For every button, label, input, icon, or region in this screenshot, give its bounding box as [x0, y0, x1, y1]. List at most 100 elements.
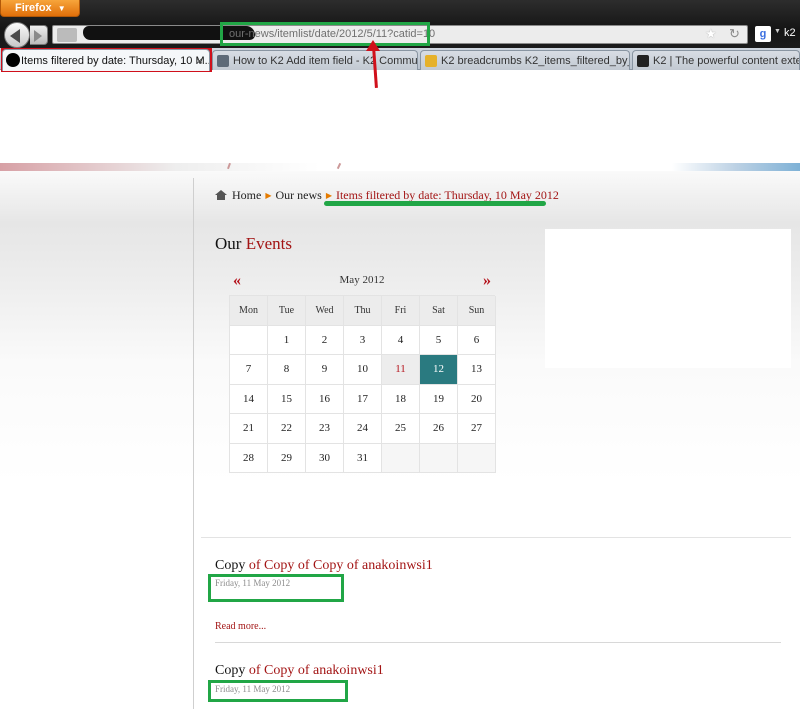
google-icon[interactable]: g — [755, 26, 771, 42]
tab-label: Items filtered by date: Thursday, 10 M..… — [21, 55, 210, 67]
calendar-day: 14 — [230, 384, 268, 414]
side-panel — [545, 229, 791, 368]
home-icon — [215, 190, 228, 200]
calendar-day: 28 — [230, 443, 268, 473]
calendar-empty-cell — [458, 443, 496, 473]
calendar-day: 18 — [382, 384, 420, 414]
calendar-day: 13 — [458, 355, 496, 385]
calendar-day: 21 — [230, 414, 268, 444]
back-arrow-icon — [10, 29, 20, 43]
item-title-plain: Copy — [215, 663, 246, 678]
calendar-day: 5 — [420, 325, 458, 355]
calendar-day: 3 — [344, 325, 382, 355]
item-title[interactable]: Copy of Copy of anakoinwsi1 — [215, 663, 384, 679]
calendar-weekday-header: Thu — [344, 296, 382, 326]
forward-arrow-icon — [34, 30, 42, 42]
site-identity-icon[interactable] — [57, 28, 77, 42]
firefox-menu-button[interactable]: Firefox ▼ — [0, 0, 80, 17]
calendar-day: 2 — [306, 325, 344, 355]
calendar-empty-cell — [420, 443, 458, 473]
calendar-day: 10 — [344, 355, 382, 385]
annotation-green-box-date — [208, 680, 348, 702]
blank-toolbar-area — [0, 70, 800, 163]
calendar-day: 31 — [344, 443, 382, 473]
calendar-weekday-header: Fri — [382, 296, 420, 326]
calendar-next-month-button[interactable]: » — [483, 272, 491, 290]
calendar-empty-cell — [382, 443, 420, 473]
calendar-day: 20 — [458, 384, 496, 414]
calendar-day: 27 — [458, 414, 496, 444]
calendar-grid: Mon Tue Wed Thu Fri Sat Sun 1 2 3 4 5 6 7 8 9 10 11 12 13 14… — [229, 295, 496, 473]
calendar-month-label: May 2012 — [339, 274, 385, 286]
calendar-day: 24 — [344, 414, 382, 444]
calendar-day: 17 — [344, 384, 382, 414]
breadcrumb-separator-icon: ▶ — [325, 191, 332, 200]
calendar-day: 23 — [306, 414, 344, 444]
read-more-link[interactable]: Read more... — [215, 621, 266, 632]
forward-button[interactable] — [30, 25, 48, 45]
calendar-day: 25 — [382, 414, 420, 444]
calendar-day: 26 — [420, 414, 458, 444]
calendar-day: 22 — [268, 414, 306, 444]
tab-items-filtered[interactable]: Items filtered by date: Thursday, 10 M..… — [2, 49, 210, 71]
tab-label: K2 | The powerful content extension f... — [653, 55, 800, 67]
calendar-day: 4 — [382, 325, 420, 355]
tab-k2-extension[interactable]: K2 | The powerful content extension f... — [632, 50, 800, 70]
calendar-empty-cell — [230, 325, 268, 355]
calendar-day-with-items[interactable]: 11 — [382, 355, 420, 385]
events-calendar: « May 2012 » Mon Tue Wed Thu Fri Sat Sun 1 2 3 4 5 6… — [229, 265, 496, 473]
breadcrumb-home[interactable]: Home — [232, 188, 261, 202]
item-divider — [215, 642, 781, 643]
breadcrumb-our-news[interactable]: Our news — [275, 188, 321, 202]
firefox-menu-label: Firefox — [15, 2, 52, 14]
tab-strip: How to K2 Add item field - K2 Community.… — [0, 48, 800, 71]
calendar-day: 19 — [420, 384, 458, 414]
calendar-day: 6 — [458, 325, 496, 355]
search-input[interactable]: k2 — [784, 27, 796, 39]
calendar-weekday-header: Mon — [230, 296, 268, 326]
calendar-day: 15 — [268, 384, 306, 414]
tab-favicon-icon — [217, 55, 229, 67]
calendar-weekday-header: Tue — [268, 296, 306, 326]
annotation-green-box-date — [208, 574, 344, 602]
calendar-day: 9 — [306, 355, 344, 385]
calendar-day-selected[interactable]: 12 — [420, 355, 458, 385]
calendar-weekday-header: Wed — [306, 296, 344, 326]
search-engine-dropdown-icon[interactable]: ▼ — [774, 28, 781, 35]
item-title-link[interactable]: of Copy of Copy of anakoinwsi1 — [249, 558, 433, 573]
calendar-header: « May 2012 » — [229, 265, 495, 295]
tab-k2-community[interactable]: How to K2 Add item field - K2 Community.… — [212, 50, 418, 70]
section-divider — [201, 537, 791, 538]
item-title-link[interactable]: of Copy of anakoinwsi1 — [249, 663, 384, 678]
events-heading-accent: Events — [245, 234, 292, 253]
item-title-plain: Copy — [215, 558, 246, 573]
search-box[interactable]: g ▼ k2 — [752, 24, 800, 44]
reload-icon[interactable]: ↻ — [729, 26, 740, 42]
events-heading-plain: Our — [215, 234, 242, 253]
tab-favicon-icon — [637, 55, 649, 67]
column-divider — [193, 178, 194, 709]
item-title[interactable]: Copy of Copy of Copy of anakoinwsi1 — [215, 558, 433, 574]
tab-label: K2 breadcrumbs K2_items_filtered_by_d... — [441, 55, 630, 67]
close-tab-icon[interactable]: × — [196, 54, 203, 68]
calendar-day: 8 — [268, 355, 306, 385]
calendar-day: 29 — [268, 443, 306, 473]
tab-favicon-icon — [425, 55, 437, 67]
calendar-day: 16 — [306, 384, 344, 414]
redacted-favicon-scribble — [6, 53, 20, 67]
bookmark-star-icon[interactable]: ★ — [705, 26, 717, 42]
breadcrumb-separator-icon: ▶ — [265, 191, 272, 200]
calendar-day: 7 — [230, 355, 268, 385]
calendar-weekday-header: Sun — [458, 296, 496, 326]
calendar-day: 1 — [268, 325, 306, 355]
calendar-day: 30 — [306, 443, 344, 473]
back-button[interactable] — [4, 22, 30, 48]
tab-label: How to K2 Add item field - K2 Community.… — [233, 55, 418, 67]
annotation-green-box-url — [220, 22, 430, 46]
header-banner-strip — [0, 162, 800, 171]
tab-k2-breadcrumbs[interactable]: K2 breadcrumbs K2_items_filtered_by_d... — [420, 50, 630, 70]
events-heading: Our Events — [215, 234, 292, 254]
breadcrumb-current: Items filtered by date: Thursday, 10 May… — [335, 188, 559, 202]
calendar-weekday-header: Sat — [420, 296, 458, 326]
chevron-down-icon: ▼ — [57, 4, 66, 13]
